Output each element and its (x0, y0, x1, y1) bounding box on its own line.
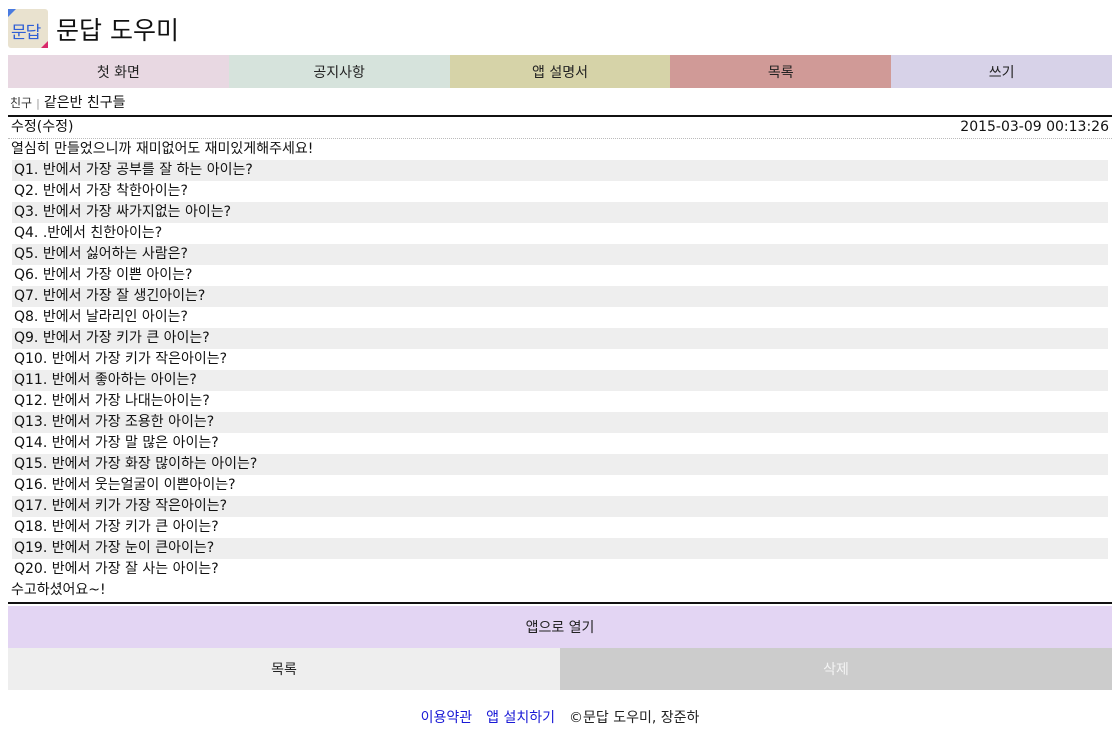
post-author: 수정(수정) (11, 119, 74, 135)
question-item: Q17. 반에서 키가 가장 작은아이는? (12, 496, 1108, 517)
footer: 이용약관 앱 설치하기 ©문답 도우미, 장준하 (0, 707, 1120, 727)
question-item: Q4. .반에서 친한아이는? (14, 225, 163, 241)
nav-app-guide[interactable]: 앱 설명서 (449, 55, 671, 88)
breadcrumb-category[interactable]: 친구 (10, 96, 32, 110)
site-title[interactable]: 문답 도우미 (56, 11, 179, 47)
question-item: Q13. 반에서 가장 조용한 아이는? (12, 412, 1108, 433)
app-logo[interactable]: 문답 (8, 9, 48, 48)
terms-link[interactable]: 이용약관 (421, 710, 473, 726)
question-item: Q7. 반에서 가장 잘 생긴아이는? (12, 286, 1108, 307)
main-nav: 첫 화면 공지사항 앱 설명서 목록 쓰기 (8, 55, 1112, 88)
question-item: Q14. 반에서 가장 말 많은 아이는? (14, 435, 219, 451)
install-app-link[interactable]: 앱 설치하기 (486, 710, 555, 726)
post-actions: 목록 삭제 (8, 648, 1112, 690)
question-item: Q5. 반에서 싫어하는 사람은? (12, 244, 1108, 265)
question-item: Q11. 반에서 좋아하는 아이는? (12, 370, 1108, 391)
list-button[interactable]: 목록 (8, 648, 560, 690)
delete-button[interactable]: 삭제 (560, 648, 1112, 690)
question-item: Q20. 반에서 가장 잘 사는 아이는? (14, 561, 219, 577)
question-item: Q18. 반에서 가장 키가 큰 아이는? (14, 519, 219, 535)
post-meta: 수정(수정) 2015-03-09 00:13:26 (8, 117, 1112, 139)
post-timestamp: 2015-03-09 00:13:26 (960, 119, 1109, 135)
post-intro: 열심히 만들었으니까 재미없어도 재미있게해주세요! (11, 141, 314, 157)
question-item: Q1. 반에서 가장 공부를 잘 하는 아이는? (12, 160, 1108, 181)
post-body: 수정(수정) 2015-03-09 00:13:26 열심히 만들었으니까 재미… (8, 115, 1112, 604)
question-item: Q6. 반에서 가장 이쁜 아이는? (14, 267, 193, 283)
question-item: Q8. 반에서 날라리인 아이는? (14, 309, 188, 325)
logo-corner-mark (8, 9, 16, 17)
nav-write[interactable]: 쓰기 (891, 55, 1112, 88)
post-title: 같은반 친구들 (43, 95, 126, 111)
copyright-text: ©문답 도우미, 장준하 (569, 710, 700, 726)
question-item: Q3. 반에서 가장 싸가지없는 아이는? (12, 202, 1108, 223)
question-list: Q1. 반에서 가장 공부를 잘 하는 아이는? Q2. 반에서 가장 착한아이는… (12, 160, 1108, 580)
logo-corner-mark (41, 41, 48, 48)
question-item: Q16. 반에서 웃는얼굴이 이쁜아이는? (14, 477, 236, 493)
question-item: Q19. 반에서 가장 눈이 큰아이는? (12, 538, 1108, 559)
nav-notice[interactable]: 공지사항 (228, 55, 450, 88)
question-item: Q2. 반에서 가장 착한아이는? (14, 183, 188, 199)
nav-home[interactable]: 첫 화면 (8, 55, 229, 88)
post-outro: 수고하셨어요~! (11, 582, 106, 598)
question-item: Q10. 반에서 가장 키가 작은아이는? (14, 351, 228, 367)
open-in-app-button[interactable]: 앱으로 열기 (8, 606, 1112, 648)
breadcrumb-separator: | (36, 97, 40, 110)
breadcrumb: 친구 | 같은반 친구들 (10, 94, 1110, 112)
question-item: Q9. 반에서 가장 키가 큰 아이는? (12, 328, 1108, 349)
question-item: Q15. 반에서 가장 화장 많이하는 아이는? (12, 454, 1108, 475)
nav-list[interactable]: 목록 (670, 55, 892, 88)
header: 문답 문답 도우미 (0, 0, 1120, 55)
question-item: Q12. 반에서 가장 나대는아이는? (14, 393, 210, 409)
logo-text: 문답 (11, 23, 41, 43)
